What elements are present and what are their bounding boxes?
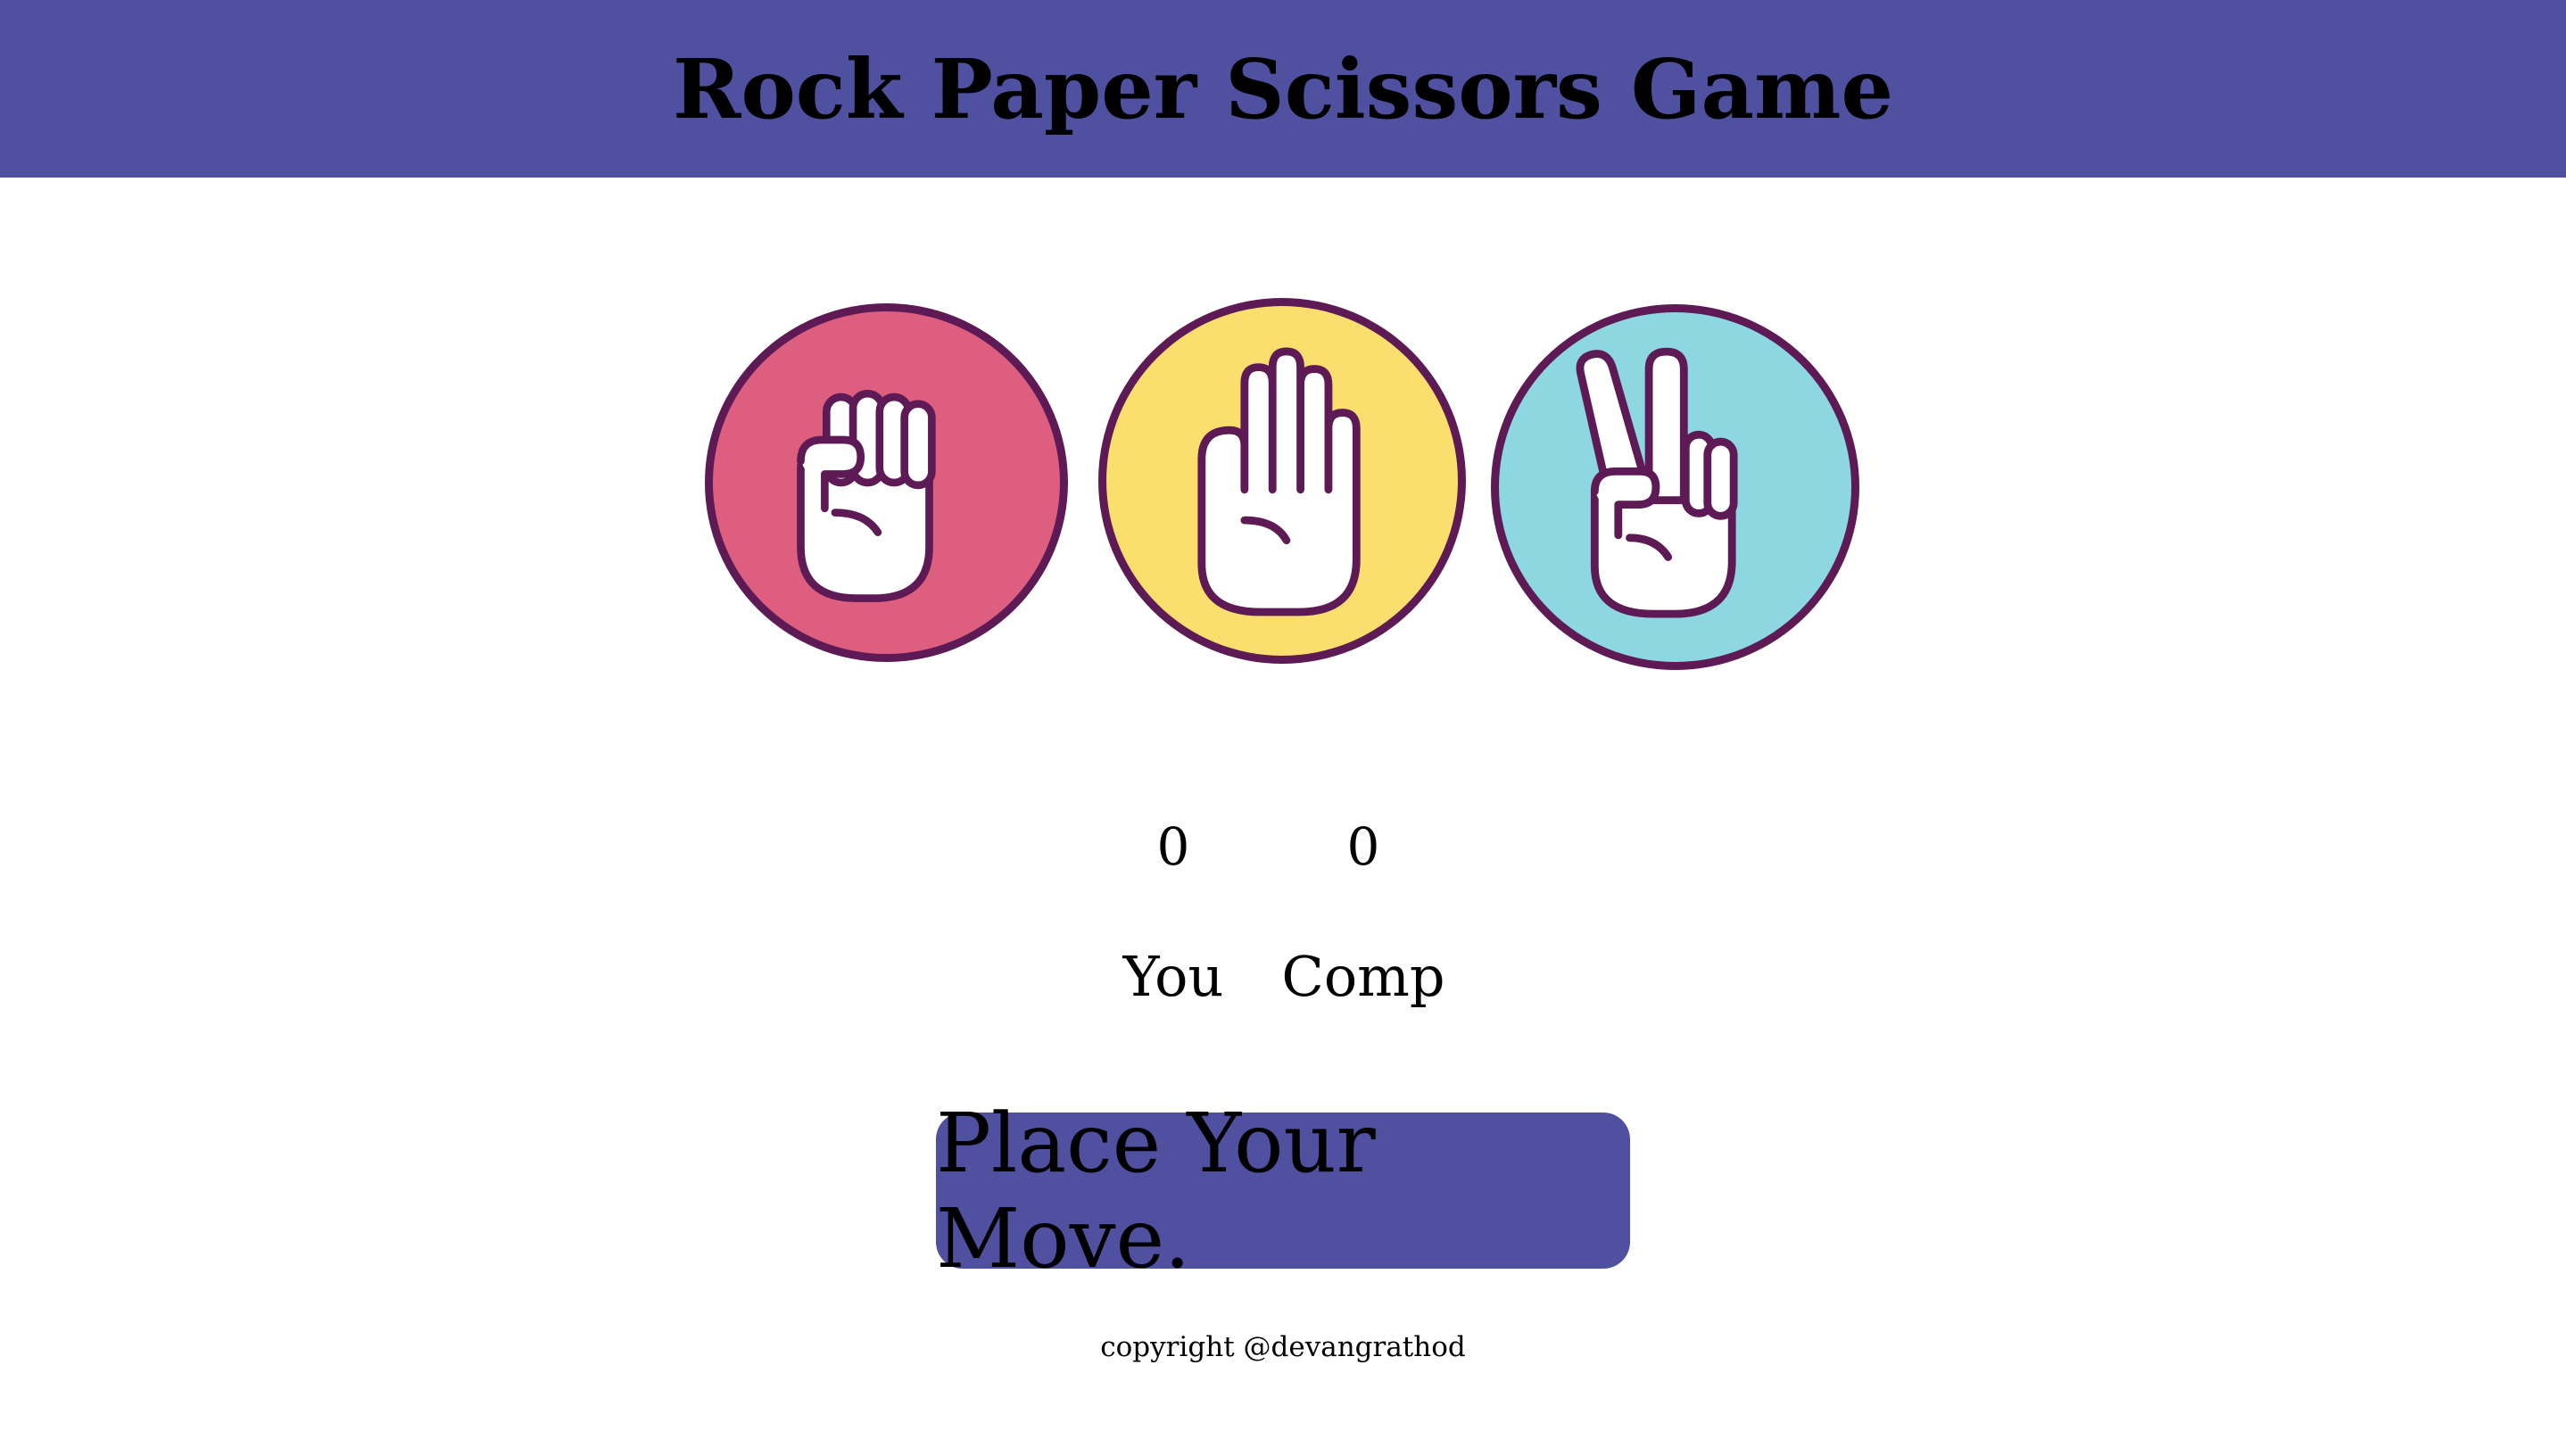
status-message: Place Your Move.: [936, 1096, 1630, 1286]
comp-score: 0: [1346, 816, 1380, 877]
header-bar: Rock Paper Scissors Game: [0, 0, 2566, 178]
fist-hand-icon: [797, 389, 936, 602]
victory-hand-icon: [1576, 347, 1738, 618]
rock-choice-button[interactable]: [705, 303, 1068, 662]
scissors-choice-button[interactable]: [1491, 304, 1859, 670]
paper-choice-button[interactable]: [1098, 298, 1466, 664]
open-hand-icon: [1197, 347, 1361, 616]
user-score: 0: [1156, 816, 1190, 877]
comp-score-label: Comp: [1281, 944, 1445, 1009]
footer-copyright: copyright @devangrathod: [1100, 1331, 1466, 1363]
page-title: Rock Paper Scissors Game: [672, 40, 1893, 137]
